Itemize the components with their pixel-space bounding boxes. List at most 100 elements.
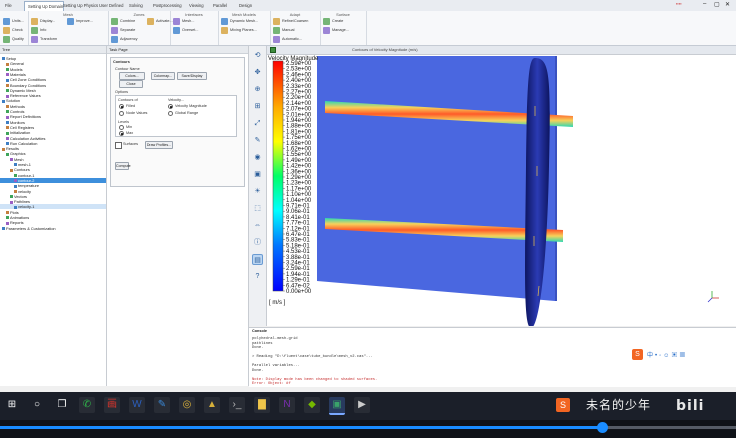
ribbon-item-combine[interactable]: Combine — [120, 19, 135, 23]
ribbon-item-automatic-[interactable]: Automatic... — [282, 37, 302, 41]
tree-item[interactable]: Vectors — [0, 194, 106, 199]
tab-setting-up-physics[interactable]: Setting Up Physics — [60, 1, 98, 10]
graph-icon[interactable]: ▤ — [252, 254, 263, 265]
ribbon-item-overset-[interactable]: Overset... — [182, 28, 198, 32]
tree-item[interactable]: Results — [0, 146, 106, 151]
tree-item[interactable]: Run Calculation — [0, 141, 106, 146]
light-icon[interactable]: ☀ — [252, 186, 263, 197]
ribbon-item-adjacency[interactable]: Adjacency — [120, 37, 138, 41]
tree-item[interactable]: velocity — [0, 189, 106, 194]
search-icon[interactable]: ○ — [29, 397, 45, 413]
ribbon-item-transform[interactable]: Transform — [40, 37, 57, 41]
tree-item[interactable]: Reports — [0, 220, 106, 225]
tree-item[interactable]: temperature — [0, 183, 106, 188]
file-explorer-icon[interactable]: ▇ — [254, 397, 270, 413]
save-display-button[interactable]: Save/Display — [177, 72, 207, 80]
fluent-icon[interactable]: ▣ — [329, 397, 345, 415]
tree-item[interactable]: Solution — [0, 98, 106, 103]
tree-item[interactable]: Animations — [0, 215, 106, 220]
tree-item[interactable]: Methods — [0, 104, 106, 109]
tree-item[interactable]: contour-2 — [0, 177, 106, 183]
zoom-icon[interactable]: ⊕ — [252, 84, 263, 95]
ribbon-item-manual[interactable]: Manual — [282, 28, 294, 32]
ime-mode-icons[interactable]: 中•◦☺▣▦ — [647, 350, 687, 359]
tree-item[interactable]: Monitors — [0, 120, 106, 125]
graphics-canvas[interactable]: Velocity Magnitude2.59e+002.53e+002.46e+… — [267, 46, 736, 328]
tab-setting-up-domain[interactable]: Setting Up Domain — [24, 1, 64, 11]
ribbon-item-separate[interactable]: Separate — [120, 28, 135, 32]
sogou-tray-icon[interactable]: S — [556, 398, 570, 412]
ribbon-item-manage-[interactable]: Manage... — [332, 28, 349, 32]
tree-item[interactable]: Contours — [0, 167, 106, 172]
tab-postprocessing[interactable]: Postprocessing — [150, 1, 188, 10]
task-view-icon[interactable]: ❐ — [54, 397, 70, 413]
info-icon[interactable]: ⓘ — [252, 237, 263, 248]
tree-item[interactable]: Dynamic Mesh — [0, 88, 106, 93]
node-values-radio[interactable] — [119, 111, 124, 116]
tab-file[interactable]: File — [2, 1, 26, 10]
tree-item[interactable]: Graphics — [0, 151, 106, 156]
onenote-icon[interactable]: N — [279, 397, 295, 413]
camera-icon[interactable]: ▣ — [252, 169, 263, 180]
app-yellow-icon[interactable]: ▲ — [204, 397, 220, 413]
tree-item[interactable]: mesh-1 — [0, 162, 106, 167]
pan-icon[interactable]: ✥ — [252, 67, 263, 78]
filled-radio[interactable] — [119, 104, 124, 109]
ribbon-item-info[interactable]: Info — [40, 28, 46, 32]
tree-item[interactable]: Pathlines — [0, 199, 106, 204]
restore-icon[interactable]: ▢ — [714, 1, 720, 8]
view-icon[interactable]: ◉ — [252, 152, 263, 163]
nvidia-icon[interactable]: ◆ — [304, 397, 320, 413]
tab-solving[interactable]: Solving — [126, 1, 152, 10]
compute-button[interactable]: Compute — [115, 162, 131, 170]
seek-handle[interactable] — [597, 422, 608, 433]
close-icon[interactable]: ✕ — [725, 1, 730, 8]
field-radio-1[interactable] — [168, 104, 173, 109]
ribbon-item-units-[interactable]: Units... — [12, 19, 24, 23]
ribbon-item-dynamic-mesh-[interactable]: Dynamic Mesh... — [230, 19, 258, 23]
ribbon-item-check[interactable]: Check — [12, 28, 23, 32]
close-button[interactable]: Close — [119, 80, 143, 88]
tree-item[interactable]: velocity-1 — [0, 204, 106, 210]
tree-item[interactable]: Materials — [0, 72, 106, 77]
probe-icon[interactable]: ✎ — [252, 135, 263, 146]
video-icon[interactable]: ▶ — [354, 397, 370, 413]
tree-item[interactable]: Cell Registers — [0, 125, 106, 130]
ribbon-item-refine-coarsen[interactable]: Refine/Coarsen — [282, 19, 308, 23]
tree-item[interactable]: Parameters & Customization — [0, 226, 106, 231]
surfaces-checkbox[interactable] — [115, 142, 122, 149]
ribbon-item-display-[interactable]: Display... — [40, 19, 55, 23]
tree-item[interactable]: Reference Values — [0, 93, 106, 98]
app-blue-icon[interactable]: ✎ — [154, 397, 170, 413]
ribbon-item-quality[interactable]: Quality — [12, 37, 24, 41]
colormap-button[interactable]: Colormap... — [151, 72, 175, 80]
zoom-box-icon[interactable]: ⊞ — [252, 101, 263, 112]
colors-button[interactable]: Colors... — [119, 72, 145, 80]
terminal-icon[interactable]: ›_ — [229, 397, 245, 413]
minimize-icon[interactable]: – — [703, 1, 706, 7]
tree-item[interactable]: Plots — [0, 210, 106, 215]
tree-item[interactable]: Mesh — [0, 157, 106, 162]
help-icon[interactable]: ? — [252, 271, 263, 282]
ribbon-item-create[interactable]: Create — [332, 19, 343, 23]
max-radio[interactable] — [119, 131, 124, 136]
tab-parallel[interactable]: Parallel — [210, 1, 238, 10]
tab-user-defined[interactable]: User Defined — [96, 1, 128, 10]
ribbon-item-mixing-planes-[interactable]: Mixing Planes... — [230, 28, 257, 32]
word-icon[interactable]: W — [129, 397, 145, 413]
ruler-icon[interactable]: ⇔ — [252, 220, 263, 231]
tree-item[interactable]: General — [0, 61, 106, 66]
tree-item[interactable]: contour-1 — [0, 173, 106, 178]
tab-viewing[interactable]: Viewing — [186, 1, 212, 10]
ribbon-item-mesh-[interactable]: Mesh... — [182, 19, 194, 23]
min-radio[interactable] — [119, 125, 124, 130]
draw-profiles-button[interactable]: Draw Profiles... — [145, 141, 173, 149]
sogou-icon[interactable]: S — [632, 349, 643, 360]
tree-item[interactable]: Calculation Activities — [0, 136, 106, 141]
tab-design[interactable]: Design — [236, 1, 260, 10]
ribbon-item-improve-[interactable]: Improve... — [76, 19, 93, 23]
select-icon[interactable]: ⬚ — [252, 203, 263, 214]
tree-item[interactable]: Setup — [0, 56, 106, 61]
tree-item[interactable]: Cell Zone Conditions — [0, 77, 106, 82]
tree-item[interactable]: Boundary Conditions — [0, 83, 106, 88]
